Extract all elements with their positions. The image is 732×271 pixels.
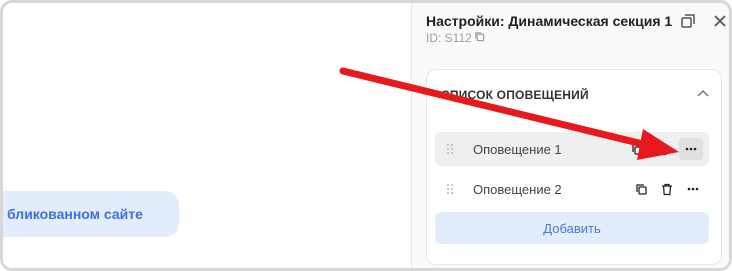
list-item-label: Оповещение 2	[473, 181, 562, 197]
list-item[interactable]: Оповещение 1	[435, 132, 709, 166]
window-frame: бликованном сайте Настройки: Динамическа…	[0, 0, 732, 271]
trash-icon[interactable]	[657, 179, 677, 199]
drag-handle-icon[interactable]	[443, 183, 457, 195]
copy-icon[interactable]	[631, 179, 651, 199]
notification-list-card: СПИСОК ОПОВЕЩЕНИЙ Оповещение 1 Оповещени…	[426, 69, 722, 265]
panel-title: Настройки: Динамическая секция 1	[426, 13, 673, 29]
canvas-button-label: бликованном сайте	[7, 206, 143, 222]
detach-panel-icon[interactable]	[678, 11, 698, 31]
copy-id-icon[interactable]	[474, 31, 485, 45]
panel-id-label: ID: S112	[426, 31, 472, 45]
editor-canvas: бликованном сайте	[3, 3, 411, 268]
copy-icon[interactable]	[627, 139, 647, 159]
list-item[interactable]: Оповещение 2	[435, 172, 709, 206]
drag-handle-icon[interactable]	[443, 143, 457, 155]
add-button[interactable]: Добавить	[435, 212, 709, 244]
panel-id: ID: S112	[426, 31, 485, 45]
canvas-button[interactable]: бликованном сайте	[3, 191, 179, 237]
add-button-label: Добавить	[543, 220, 601, 236]
section-title: СПИСОК ОПОВЕЩЕНИЙ	[441, 88, 589, 102]
more-icon[interactable]	[683, 179, 703, 199]
trash-icon[interactable]	[653, 139, 673, 159]
close-icon[interactable]	[710, 11, 729, 31]
chevron-up-icon[interactable]	[695, 86, 711, 102]
more-icon[interactable]	[679, 138, 703, 160]
settings-panel: Настройки: Динамическая секция 1 ID: S11…	[411, 3, 729, 268]
list-item-label: Оповещение 1	[473, 141, 562, 157]
